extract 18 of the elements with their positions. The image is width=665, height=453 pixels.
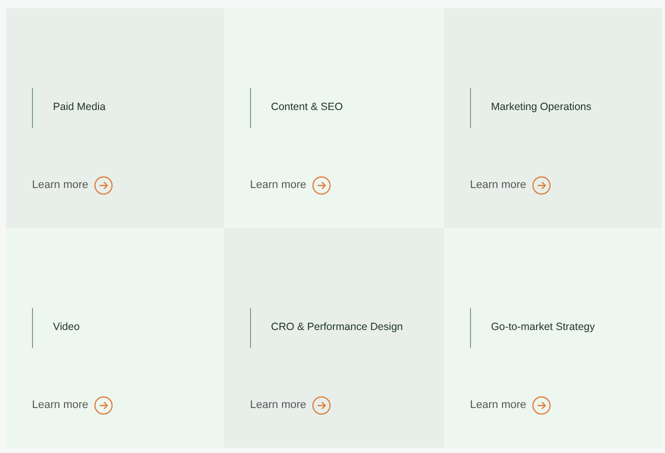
learn-more-link[interactable]: Learn more <box>250 176 332 195</box>
card-title: Marketing Operations <box>491 100 592 116</box>
arrow-right-icon <box>94 396 114 415</box>
learn-more-link[interactable]: Learn more <box>250 396 332 415</box>
learn-more-link[interactable]: Learn more <box>470 176 552 195</box>
arrow-right-icon <box>312 396 332 415</box>
arrow-right-icon <box>532 396 552 415</box>
learn-more-link[interactable]: Learn more <box>32 396 114 415</box>
card-title: Video <box>53 320 80 336</box>
card-title: Go-to-market Strategy <box>491 320 595 336</box>
arrow-right-icon <box>312 176 332 195</box>
card-title: Content & SEO <box>271 100 343 116</box>
card-title: Paid Media <box>53 100 106 116</box>
learn-more-link[interactable]: Learn more <box>32 176 114 195</box>
card-title: CRO & Performance Design <box>271 320 403 336</box>
arrow-right-icon <box>532 176 552 195</box>
arrow-right-icon <box>94 176 114 195</box>
learn-more-link[interactable]: Learn more <box>470 396 552 415</box>
